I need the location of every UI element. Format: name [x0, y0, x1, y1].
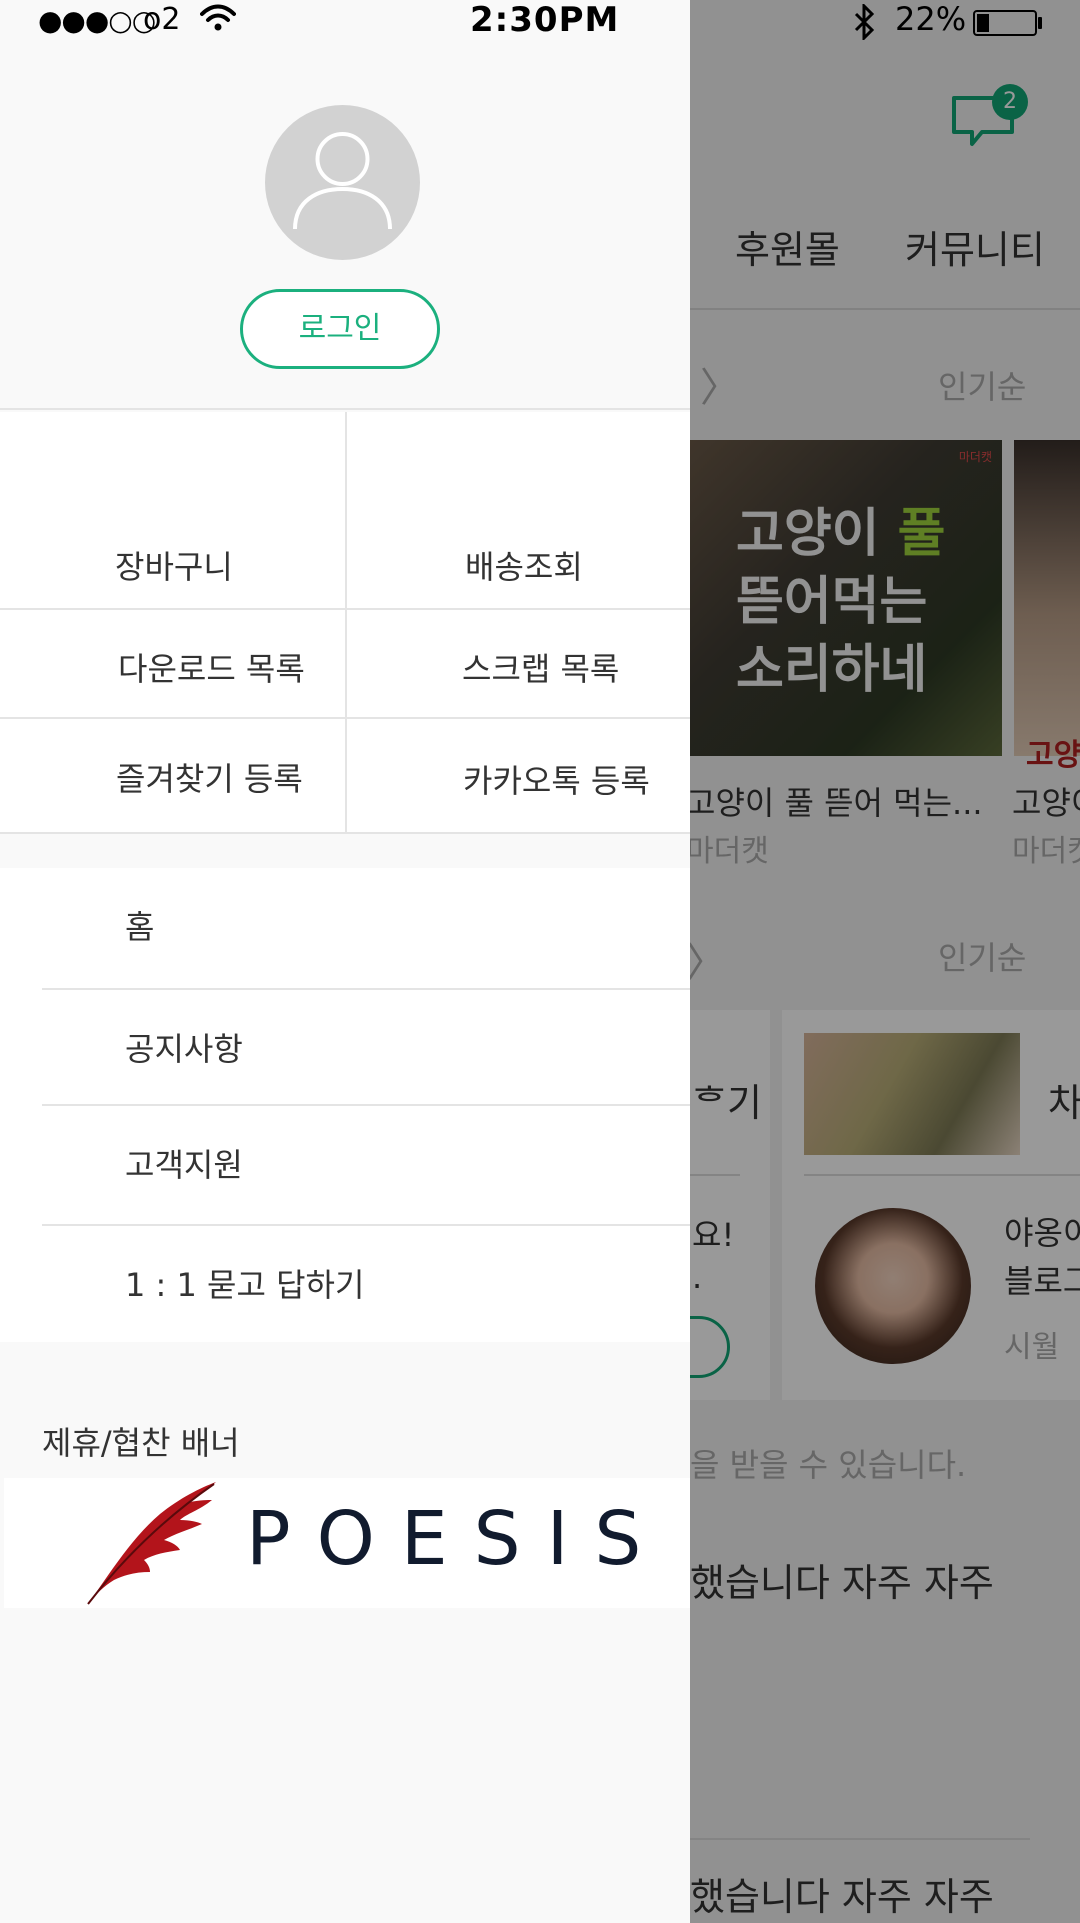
add-favorite-link[interactable]: 즐겨찾기 등록 [116, 754, 303, 800]
status-bar: ●●●○○ o2 2:30PM 22% [0, 0, 1080, 44]
profile-section: 로그인 [0, 0, 690, 410]
menu-item-label: 고객지원 [125, 1146, 243, 1184]
delivery-tracking-link[interactable]: 배송조회 [465, 542, 583, 588]
menu-item-notice[interactable]: 공지사항 [0, 990, 690, 1106]
grid-divider [0, 717, 690, 719]
grid-divider [345, 412, 347, 834]
quill-icon [87, 1482, 216, 1605]
signal-strength: ●●●○○ [38, 4, 156, 37]
partner-banner[interactable]: POESIS [4, 1478, 690, 1608]
menu-item-qna[interactable]: 1 : 1 묻고 답하기 [0, 1226, 690, 1342]
login-button[interactable]: 로그인 [240, 289, 440, 369]
kakaotalk-register-link[interactable]: 카카오톡 등록 [463, 756, 650, 802]
menu-item-label: 1 : 1 묻고 답하기 [125, 1266, 365, 1304]
banner-section-label: 제휴/협찬 배너 [42, 1424, 240, 1462]
menu-item-label: 공지사항 [125, 1030, 243, 1068]
menu-item-label: 홈 [125, 908, 155, 946]
quick-menu-grid: 장바구니 배송조회 다운로드 목록 스크랩 목록 즐겨찾기 등록 카카오톡 등록 [0, 412, 690, 834]
battery-icon [973, 10, 1037, 36]
battery-percent: 22% [895, 0, 967, 38]
wifi-icon [200, 4, 236, 31]
cart-link[interactable]: 장바구니 [115, 542, 233, 588]
bluetooth-icon [854, 4, 875, 40]
carrier-name: o2 [143, 2, 181, 37]
person-placeholder-icon[interactable] [265, 105, 420, 260]
banner-logo-text: POESIS [246, 1496, 668, 1582]
menu-item-home[interactable]: 홈 [0, 868, 690, 984]
battery-level-fill [977, 14, 989, 32]
clock: 2:30PM [470, 0, 620, 40]
menu-item-customer-support[interactable]: 고객지원 [0, 1106, 690, 1222]
battery-tip [1038, 17, 1042, 29]
drawer-menu-list: 홈 공지사항 고객지원 1 : 1 묻고 답하기 [0, 868, 690, 1342]
download-list-link[interactable]: 다운로드 목록 [118, 644, 305, 690]
side-drawer: 로그인 장바구니 배송조회 다운로드 목록 스크랩 목록 즐겨찾기 등록 카카오… [0, 0, 690, 1923]
grid-divider [0, 608, 690, 610]
scrap-list-link[interactable]: 스크랩 목록 [462, 644, 619, 690]
